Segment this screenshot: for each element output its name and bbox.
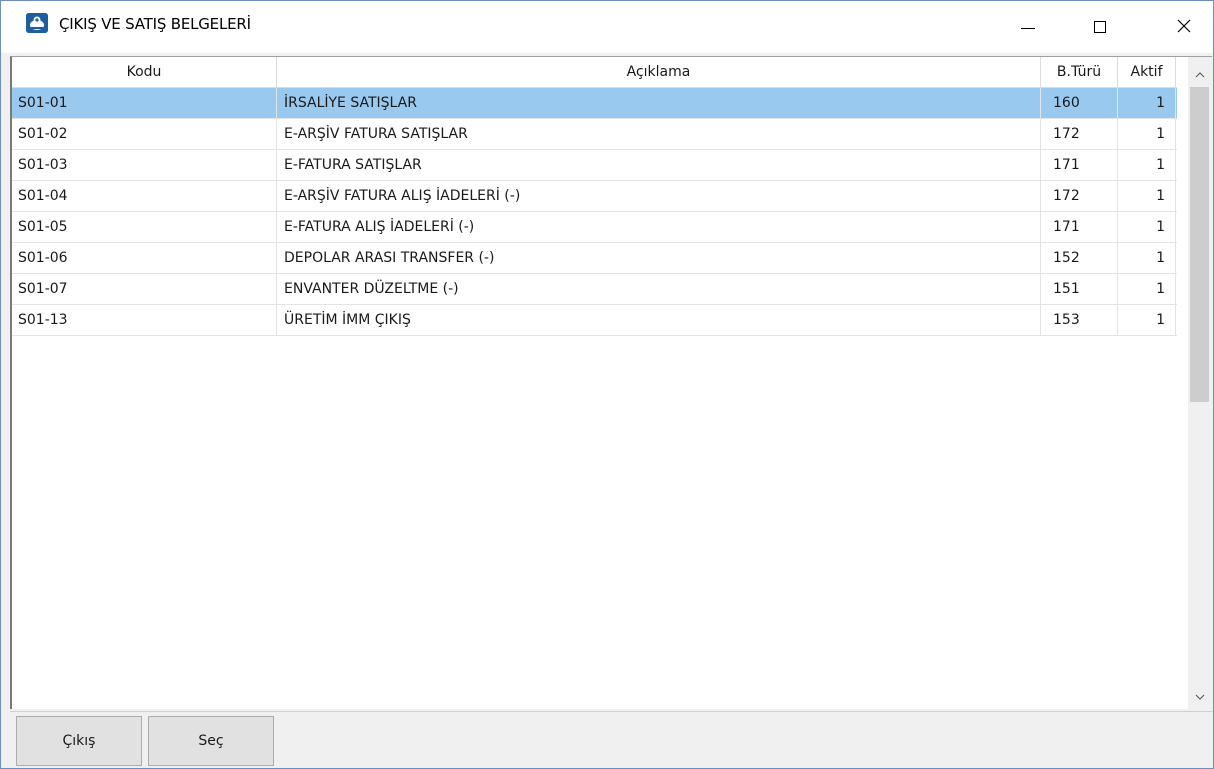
- maximize-icon: [1094, 21, 1106, 33]
- scroll-up-button[interactable]: [1188, 57, 1212, 87]
- table-row[interactable]: S01-05 E-FATURA ALIŞ İADELERİ (-) 171 1: [12, 212, 1177, 243]
- vertical-scrollbar[interactable]: [1188, 57, 1212, 709]
- column-header-aciklama[interactable]: Açıklama: [277, 57, 1041, 87]
- cell-aciklama: E-FATURA SATIŞLAR: [277, 150, 1041, 180]
- cell-aciklama: E-ARŞİV FATURA ALIŞ İADELERİ (-): [277, 181, 1041, 211]
- cell-aktif: 1: [1118, 305, 1176, 335]
- cell-b-turu: 172: [1041, 181, 1118, 211]
- cell-b-turu: 160: [1041, 88, 1118, 118]
- cell-kodu: S01-05: [12, 212, 277, 242]
- close-button[interactable]: [1156, 1, 1212, 53]
- chevron-down-icon: [1195, 685, 1205, 704]
- cell-kodu: S01-01: [12, 88, 277, 118]
- app-logo-icon: [26, 13, 48, 33]
- cell-b-turu: 153: [1041, 305, 1118, 335]
- grid-header: Kodu Açıklama B.Türü Aktif: [12, 57, 1177, 88]
- cell-aktif: 1: [1118, 88, 1176, 118]
- chevron-up-icon: [1195, 63, 1205, 82]
- column-header-kodu[interactable]: Kodu: [12, 57, 277, 87]
- cell-aciklama: E-ARŞİV FATURA SATIŞLAR: [277, 119, 1041, 149]
- exit-button[interactable]: Çıkış: [16, 716, 142, 766]
- cell-kodu: S01-13: [12, 305, 277, 335]
- close-icon: [1177, 18, 1191, 37]
- table-row[interactable]: S01-04 E-ARŞİV FATURA ALIŞ İADELERİ (-) …: [12, 181, 1177, 212]
- table-row[interactable]: S01-06 DEPOLAR ARASI TRANSFER (-) 152 1: [12, 243, 1177, 274]
- window-title: ÇIKIŞ VE SATIŞ BELGELERİ: [59, 15, 251, 33]
- cell-kodu: S01-07: [12, 274, 277, 304]
- cell-aciklama: İRSALİYE SATIŞLAR: [277, 88, 1041, 118]
- minimize-icon: [1021, 27, 1035, 29]
- minimize-button[interactable]: [1000, 1, 1056, 53]
- scrollbar-thumb[interactable]: [1190, 87, 1209, 402]
- cell-aciklama: ÜRETİM İMM ÇIKIŞ: [277, 305, 1041, 335]
- maximize-button[interactable]: [1072, 1, 1128, 53]
- table-row[interactable]: S01-13 ÜRETİM İMM ÇIKIŞ 153 1: [12, 305, 1177, 336]
- cell-kodu: S01-06: [12, 243, 277, 273]
- grid-rows: S01-01 İRSALİYE SATIŞLAR 160 1 S01-02 E-…: [12, 88, 1177, 336]
- cell-b-turu: 171: [1041, 212, 1118, 242]
- select-button[interactable]: Seç: [148, 716, 274, 766]
- cell-aktif: 1: [1118, 274, 1176, 304]
- cell-b-turu: 171: [1041, 150, 1118, 180]
- cell-aciklama: E-FATURA ALIŞ İADELERİ (-): [277, 212, 1041, 242]
- column-header-aktif[interactable]: Aktif: [1118, 57, 1176, 87]
- cell-kodu: S01-03: [12, 150, 277, 180]
- cell-aktif: 1: [1118, 243, 1176, 273]
- cell-b-turu: 151: [1041, 274, 1118, 304]
- table-row[interactable]: S01-07 ENVANTER DÜZELTME (-) 151 1: [12, 274, 1177, 305]
- table-row[interactable]: S01-02 E-ARŞİV FATURA SATIŞLAR 172 1: [12, 119, 1177, 150]
- cell-kodu: S01-02: [12, 119, 277, 149]
- cell-b-turu: 152: [1041, 243, 1118, 273]
- title-bar[interactable]: ÇIKIŞ VE SATIŞ BELGELERİ: [1, 1, 1213, 53]
- documents-grid[interactable]: Kodu Açıklama B.Türü Aktif S01-01 İRSALİ…: [10, 56, 1212, 709]
- cell-aktif: 1: [1118, 150, 1176, 180]
- cell-aciklama: ENVANTER DÜZELTME (-): [277, 274, 1041, 304]
- cell-aktif: 1: [1118, 181, 1176, 211]
- cell-kodu: S01-04: [12, 181, 277, 211]
- table-row[interactable]: S01-03 E-FATURA SATIŞLAR 171 1: [12, 150, 1177, 181]
- button-bar: Çıkış Seç: [10, 711, 1213, 768]
- table-row[interactable]: S01-01 İRSALİYE SATIŞLAR 160 1: [12, 88, 1177, 119]
- cell-aktif: 1: [1118, 212, 1176, 242]
- scroll-down-button[interactable]: [1188, 679, 1212, 709]
- cell-aktif: 1: [1118, 119, 1176, 149]
- dialog-window: ÇIKIŞ VE SATIŞ BELGELERİ Kodu Açıklama B…: [0, 0, 1214, 769]
- cell-aciklama: DEPOLAR ARASI TRANSFER (-): [277, 243, 1041, 273]
- column-header-b-turu[interactable]: B.Türü: [1041, 57, 1118, 87]
- cell-b-turu: 172: [1041, 119, 1118, 149]
